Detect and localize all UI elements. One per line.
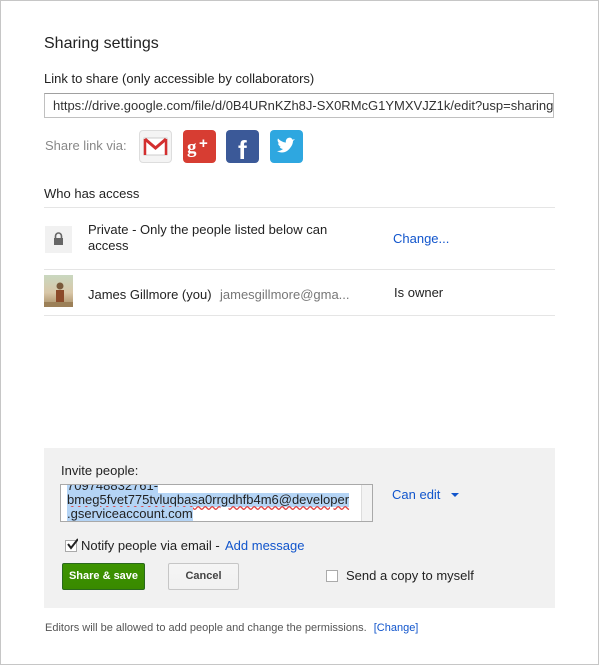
divider bbox=[44, 269, 555, 270]
notify-checkbox[interactable] bbox=[65, 538, 78, 552]
owner-email: jamesgillmore@gma... bbox=[220, 287, 350, 302]
invite-people-label: Invite people: bbox=[61, 463, 139, 478]
dialog-title: Sharing settings bbox=[44, 35, 159, 52]
lock-icon bbox=[45, 226, 72, 253]
twitter-icon[interactable] bbox=[270, 130, 303, 163]
add-message-link[interactable]: Add message bbox=[225, 538, 305, 553]
permission-dropdown[interactable]: Can edit bbox=[392, 486, 459, 504]
visibility-text: Private - Only the people listed below c… bbox=[88, 222, 328, 253]
share-link-field[interactable]: https://drive.google.com/file/d/0B4URnKZ… bbox=[44, 93, 554, 118]
avatar bbox=[44, 275, 73, 307]
cancel-button[interactable]: Cancel bbox=[168, 563, 239, 590]
chevron-down-icon bbox=[450, 492, 459, 497]
change-visibility-link[interactable]: Change... bbox=[393, 231, 449, 246]
owner-role: Is owner bbox=[394, 285, 444, 300]
invite-text-line: .gserviceaccount.com bbox=[67, 506, 193, 521]
link-to-share-label: Link to share (only accessible by collab… bbox=[44, 71, 315, 86]
divider bbox=[44, 207, 555, 208]
invite-text-line: bmeg5fvet775tvluqbasa0rrgdhfb4m6@develop… bbox=[67, 492, 350, 507]
owner-name: James Gillmore (you) bbox=[88, 287, 212, 302]
invite-panel: Invite people: 709748832761- bmeg5fvet77… bbox=[44, 448, 555, 608]
svg-text:+: + bbox=[199, 135, 208, 152]
facebook-icon[interactable]: f bbox=[226, 130, 259, 165]
gmail-icon[interactable] bbox=[139, 130, 172, 163]
footer-text: Editors will be allowed to add people an… bbox=[45, 622, 367, 634]
notify-label: Notify people via email - bbox=[81, 538, 220, 553]
share-link-via-label: Share link via: bbox=[45, 138, 127, 153]
svg-text:f: f bbox=[238, 135, 247, 163]
google-plus-icon[interactable]: g + bbox=[183, 130, 216, 163]
invite-scrollbar[interactable] bbox=[361, 485, 372, 521]
svg-text:g: g bbox=[187, 137, 197, 158]
invite-people-input[interactable]: 709748832761- bmeg5fvet775tvluqbasa0rrgd… bbox=[60, 484, 373, 522]
checkmark-icon bbox=[67, 538, 78, 550]
sharing-dialog: Sharing settings Link to share (only acc… bbox=[0, 0, 599, 665]
send-copy-label: Send a copy to myself bbox=[346, 568, 474, 583]
footer-note: Editors will be allowed to add people an… bbox=[45, 622, 418, 634]
permission-value: Can edit bbox=[392, 487, 441, 502]
footer-change-link[interactable]: [Change] bbox=[374, 622, 419, 634]
share-and-save-button[interactable]: Share & save bbox=[62, 563, 145, 590]
who-has-access-label: Who has access bbox=[44, 186, 140, 201]
divider bbox=[44, 315, 555, 316]
send-copy-checkbox[interactable] bbox=[326, 570, 338, 582]
